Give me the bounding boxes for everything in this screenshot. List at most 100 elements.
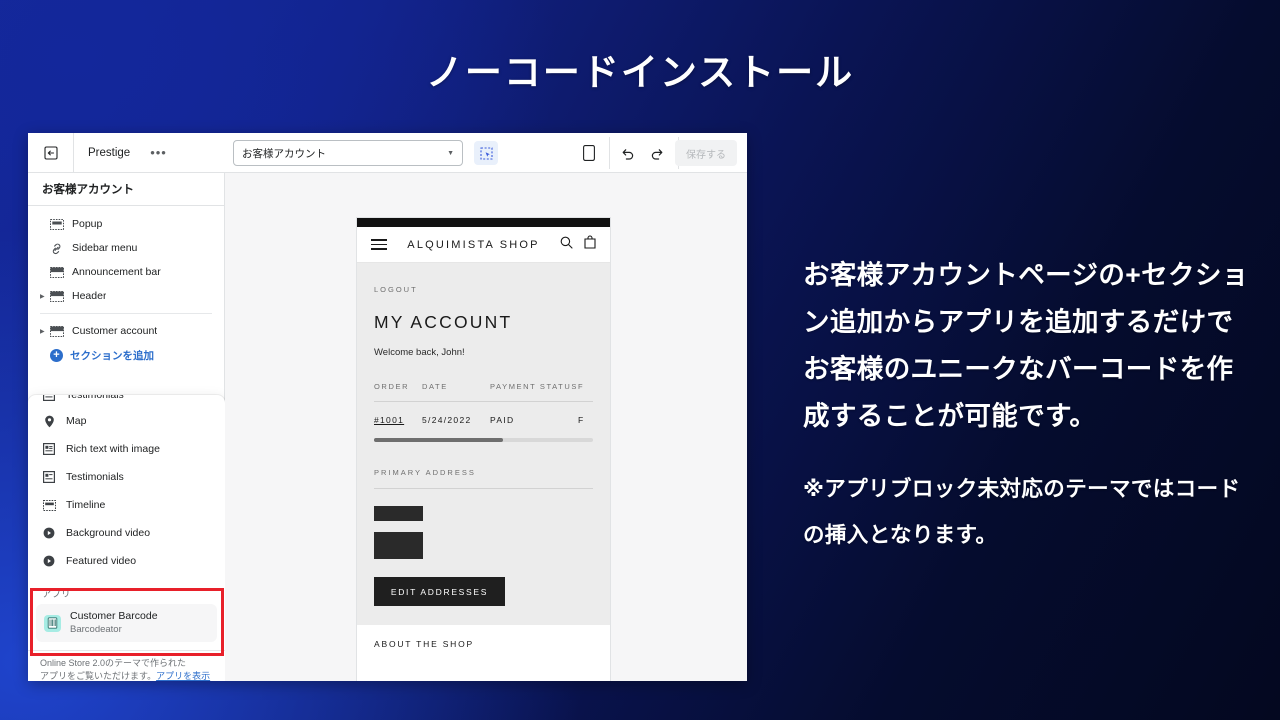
disclosure-arrow-icon[interactable]: ▶ (40, 293, 50, 300)
section-picker-item-background-video[interactable]: Background video (28, 519, 225, 547)
table-row: #1001 5/24/2022 PAID F (374, 415, 593, 425)
section-dashed-icon (50, 218, 64, 230)
page-selector[interactable]: お客様アカウント ▼ (233, 140, 463, 166)
sidebar-item-announcement-bar[interactable]: ▶ Announcement bar (28, 260, 224, 284)
edit-addresses-button[interactable]: EDIT ADDRESSES (374, 577, 505, 606)
storefront-footer: ABOUT THE SHOP (357, 625, 610, 665)
add-section-button[interactable]: + セクションを追加 (28, 343, 224, 367)
app-item-customer-barcode[interactable]: Customer Barcode Barcodeator (36, 604, 217, 642)
section-picker-clipped-item[interactable]: Testimonials (28, 395, 225, 407)
preview-stage: ALQUIMISTA SHOP LOGOUT MY ACCOUNT Welcom… (225, 173, 747, 681)
phone-status-bar (357, 218, 610, 227)
search-icon[interactable] (560, 236, 573, 254)
address-placeholder-line-1 (374, 506, 423, 521)
sidebar-item-customer-account[interactable]: ▶ Customer account (28, 319, 224, 343)
sidebar-item-label: Sidebar menu (72, 242, 138, 254)
editor-toolbar: Prestige ••• お客様アカウント ▼ 保存する (28, 133, 747, 173)
section-picker-item-label: Background video (66, 527, 151, 539)
editor-sidebar: お客様アカウント ▶ Popup ▶ Sidebar menu (28, 173, 225, 681)
link-icon (50, 243, 64, 254)
app-name: Customer Barcode (70, 610, 158, 622)
footer-heading: ABOUT THE SHOP (374, 639, 474, 649)
testimonials-icon (42, 470, 56, 484)
rich-text-image-icon (42, 442, 56, 456)
storefront-header: ALQUIMISTA SHOP (357, 227, 610, 263)
sidebar-item-popup[interactable]: ▶ Popup (28, 212, 224, 236)
orders-table-scrollbar[interactable] (374, 438, 593, 442)
plus-circle-icon: + (50, 348, 63, 362)
hamburger-icon[interactable] (371, 236, 387, 253)
address-rule (374, 488, 593, 489)
mobile-device-icon[interactable] (576, 141, 602, 165)
orders-table-header-row: ORDER DATE PAYMENT STATUS F (374, 382, 593, 391)
section-picker-item-label: Timeline (66, 499, 106, 511)
column-header-payment-status: PAYMENT STATUS (490, 382, 578, 391)
page-title: ノーコードインストール (425, 52, 855, 93)
column-header-fulfillment: F (578, 382, 585, 391)
sidebar-item-header[interactable]: ▶ Header (28, 284, 224, 308)
header-section-icon (50, 290, 64, 302)
scrollbar-thumb[interactable] (374, 438, 504, 442)
section-picker-item-featured-video[interactable]: Featured video (28, 547, 225, 575)
shopify-editor-screenshot: Prestige ••• お客様アカウント ▼ 保存する お客様アカウント Po… (28, 133, 747, 681)
more-options-button[interactable]: ••• (146, 145, 171, 160)
play-circle-icon (42, 526, 56, 540)
order-fulfillment: F (578, 415, 585, 425)
copy-note: ※アプリブロック未対応のテーマではコードの挿入となります。 (803, 477, 1241, 547)
inspect-select-icon[interactable] (474, 141, 498, 165)
copy-paragraph: お客様アカウントページの+セクション追加からアプリを追加するだけでお客様のユニー… (803, 260, 1249, 431)
sidebar-item-label: Popup (72, 218, 103, 230)
testimonials-icon (42, 395, 56, 402)
shopping-bag-icon[interactable] (584, 235, 596, 254)
section-picker-item-timeline[interactable]: Timeline (28, 491, 225, 519)
sidebar-section-list: ▶ Popup ▶ Sidebar menu ▶ (28, 206, 224, 367)
section-picker-item-map[interactable]: Map (28, 407, 225, 435)
map-pin-icon (42, 414, 56, 428)
address-placeholder-line-2 (374, 532, 423, 559)
sidebar-header: お客様アカウント (28, 173, 224, 206)
theme-name[interactable]: Prestige (74, 147, 144, 159)
barcode-app-icon (44, 614, 61, 632)
section-picker-item-label: Rich text with image (66, 443, 160, 455)
account-page-body: LOGOUT MY ACCOUNT Welcome back, John! OR… (357, 263, 610, 665)
apps-group: アプリ Customer Barcode Barcodeator (28, 575, 225, 642)
section-picker-item-label: Map (66, 415, 87, 427)
apps-footer-note: Online Store 2.0のテーマで作られた アプリをご覧いただけます。ア… (28, 650, 225, 681)
section-picker-item-label: Featured video (66, 555, 137, 567)
app-developer: Barcodeator (70, 624, 122, 635)
exit-left-icon[interactable] (28, 133, 74, 173)
apps-group-heading: アプリ (42, 589, 71, 600)
slide-copy: お客様アカウントページの+セクション追加からアプリを追加するだけでお客様のユニー… (803, 252, 1259, 558)
page-selector-value: お客様アカウント (242, 147, 326, 160)
announcement-bar-icon (50, 266, 64, 278)
save-button[interactable]: 保存する (675, 140, 737, 166)
sidebar-item-label: Header (72, 290, 107, 302)
section-picker-popup: Testimonials Map Rich text with image Te… (28, 395, 225, 681)
order-payment-status: PAID (490, 415, 515, 425)
primary-address-label: PRIMARY ADDRESS (374, 468, 476, 477)
welcome-message: Welcome back, John! (374, 347, 465, 358)
sidebar-item-sidebar-menu[interactable]: ▶ Sidebar menu (28, 236, 224, 260)
column-header-date: DATE (422, 382, 448, 391)
apps-footer-line-1: Online Store 2.0のテーマで作られた (40, 658, 187, 668)
add-section-label: セクションを追加 (70, 349, 154, 362)
disclosure-arrow-icon[interactable]: ▶ (40, 328, 50, 335)
section-picker-item-label: Testimonials (66, 471, 124, 483)
toolbar-divider (609, 137, 610, 169)
section-picker-item-rich-text-with-image[interactable]: Rich text with image (28, 435, 225, 463)
section-picker-item-testimonials[interactable]: Testimonials (28, 463, 225, 491)
timeline-icon (42, 498, 56, 512)
undo-icon[interactable] (614, 141, 640, 165)
play-circle-icon (42, 554, 56, 568)
account-heading: MY ACCOUNT (374, 312, 513, 332)
customer-account-icon (50, 325, 64, 337)
sidebar-divider (40, 313, 212, 314)
orders-table-rule (374, 401, 593, 402)
chevron-down-icon: ▼ (447, 149, 454, 157)
orders-table: ORDER DATE PAYMENT STATUS F #1001 5/24/2… (374, 382, 593, 442)
sidebar-item-label: Announcement bar (72, 266, 161, 278)
logout-link[interactable]: LOGOUT (374, 285, 593, 294)
order-number-link[interactable]: #1001 (374, 415, 422, 425)
shop-name: ALQUIMISTA SHOP (407, 238, 540, 251)
redo-icon[interactable] (644, 141, 670, 165)
